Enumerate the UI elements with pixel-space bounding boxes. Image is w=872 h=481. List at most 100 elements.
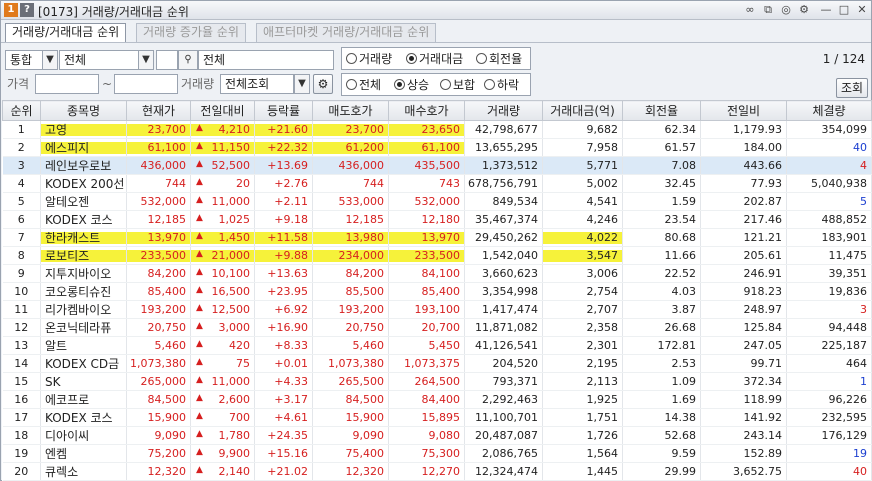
settings-icon[interactable]: ⚙ [797, 3, 811, 17]
table-row[interactable]: 14 KODEX CD금 1,073,380 ▲ 75 +0.01 1,073,380 1,0… [2, 354, 872, 373]
table-row[interactable]: 15 SK 265,000 ▲ 11,000 +4.33 265,500 264,500 793… [2, 372, 872, 391]
cell-value: 2,086,765 [482, 447, 538, 460]
table-row[interactable]: 13 알트 5,460 ▲ 420 +8.33 5,460 5,450 41,126,541 2,… [2, 336, 872, 355]
table-row[interactable]: 4 KODEX 200선 744 ▲ 20 +2.76 744 743 678,756,791 5… [2, 174, 872, 193]
column-header[interactable]: 거래대금(억) [542, 100, 623, 121]
copy-icon[interactable]: ⧉ [761, 3, 775, 17]
column-header[interactable]: 전일비 [700, 100, 787, 121]
chevron-down-icon[interactable]: ▼ [42, 50, 58, 70]
chevron-down-icon[interactable]: ▼ [138, 50, 154, 70]
radio-rise[interactable]: 상승 [394, 77, 429, 93]
market-select[interactable]: 통합 [5, 50, 43, 70]
cell-value: 1,780 [218, 429, 251, 442]
close-icon[interactable]: ✕ [855, 3, 869, 17]
column-header[interactable]: 순위 [2, 100, 41, 121]
radio-all[interactable]: 전체 [346, 77, 381, 93]
cell-value: 9 [17, 267, 25, 280]
cell-value: 4 [860, 159, 867, 172]
cell-bid: 5,450 [388, 336, 465, 355]
cell-value: 1,179.93 [733, 123, 782, 136]
tab-after-market-rank[interactable]: 애프터마켓 거래량/거래대금 순위 [256, 23, 437, 42]
settings-gear-button[interactable]: ⚙ [313, 74, 333, 94]
cell-value: 84,200 [147, 267, 187, 280]
cell-value: 20,750 [345, 321, 385, 334]
stock-name-field[interactable]: 전체 [198, 50, 334, 70]
table-row[interactable]: 20 큐렉소 12,320 ▲ 2,140 +21.02 12,320 12,270 12,32… [2, 462, 872, 481]
radio-volume[interactable]: 거래량 [346, 51, 392, 67]
table-row[interactable]: 1 고영 23,700 ▲ 4,210 +21.60 23,700 23,650 42,798,… [2, 120, 872, 139]
table-row[interactable]: 2 에스피지 61,100 ▲ 11,150 +22.32 61,200 61,100 13,6… [2, 138, 872, 157]
cell-change: ▲ 20 [190, 174, 255, 193]
column-header[interactable]: 종목명 [40, 100, 127, 121]
maximize-icon[interactable]: □ [837, 3, 851, 17]
cell-value: 118.99 [743, 393, 783, 406]
price-from-input[interactable] [35, 74, 99, 94]
table-row[interactable]: 12 온코닉테라퓨 20,750 ▲ 3,000 +16.90 20,750 20,700 11… [2, 318, 872, 337]
cell-value: 22.52 [664, 267, 697, 280]
price-label: 가격 [7, 77, 30, 91]
query-button[interactable]: 조회 [836, 78, 868, 98]
volume-select[interactable]: 전체조회 [220, 74, 294, 94]
up-arrow-icon: ▲ [196, 447, 203, 457]
cell-turnover: 7.08 [622, 156, 701, 175]
column-header[interactable]: 거래량 [464, 100, 543, 121]
link-icon[interactable]: ∞ [743, 3, 757, 17]
code-input[interactable] [156, 50, 178, 70]
help-icon[interactable]: ? [20, 3, 34, 17]
up-arrow-icon: ▲ [196, 465, 203, 475]
cell-turnover: 1.59 [622, 192, 701, 211]
cell-bid: 1,073,375 [388, 354, 465, 373]
search-icon[interactable]: ⚲ [178, 50, 198, 70]
cell-amount: 2,358 [542, 318, 623, 337]
chevron-down-icon[interactable]: ▼ [294, 74, 310, 94]
cell-value: 436,000 [338, 159, 385, 172]
cell-value: 75 [236, 357, 250, 370]
radio-fall[interactable]: 하락 [484, 77, 519, 93]
cell-amount: 9,682 [542, 120, 623, 139]
menu-icon[interactable]: 1 [4, 3, 18, 17]
cell-amount: 4,246 [542, 210, 623, 229]
column-header[interactable]: 체결량 [786, 100, 872, 121]
column-header[interactable]: 회전율 [622, 100, 701, 121]
column-header[interactable]: 현재가 [126, 100, 191, 121]
cell-value: 52.68 [664, 429, 697, 442]
column-header[interactable]: 전일대비 [190, 100, 255, 121]
table-row[interactable]: 3 레인보우로보 436,000 ▲ 52,500 +13.69 436,000 435,50… [2, 156, 872, 175]
cell-value: 7 [17, 231, 25, 244]
cell-value: 23.54 [664, 213, 697, 226]
radio-flat[interactable]: 보합 [440, 77, 475, 93]
column-header[interactable]: 매도호가 [312, 100, 389, 121]
table-row[interactable]: 8 로보티즈 233,500 ▲ 21,000 +9.88 234,000 233,500 1,… [2, 246, 872, 265]
radio-amount[interactable]: 거래대금 [406, 51, 463, 67]
table-row[interactable]: 16 에코프로 84,500 ▲ 2,600 +3.17 84,500 84,400 2,292… [2, 390, 872, 409]
table-row[interactable]: 9 지투지바이오 84,200 ▲ 10,100 +13.63 84,200 84,100 3,… [2, 264, 872, 283]
cell-value: 5,002 [586, 177, 619, 190]
table-row[interactable]: 6 KODEX 코스 12,185 ▲ 1,025 +9.18 12,185 12,180 35… [2, 210, 872, 229]
category-select[interactable]: 전체 [59, 50, 139, 70]
cell-name: 큐렉소 [40, 462, 127, 481]
table-row[interactable]: 17 KODEX 코스 15,900 ▲ 700 +4.61 15,900 15,895 11,… [2, 408, 872, 427]
cell-value: 12,324,474 [475, 465, 538, 478]
cell-volume: 29,450,262 [464, 228, 543, 247]
table-row[interactable]: 11 리가켐바이오 193,200 ▲ 12,500 +6.92 193,200 193,10… [2, 300, 872, 319]
cell-value: 12 [14, 321, 29, 334]
cell-price: 84,200 [126, 264, 191, 283]
cell-value: 14.38 [664, 411, 697, 424]
camera-icon[interactable]: ◎ [779, 3, 793, 17]
cell-value: +21.02 [267, 465, 308, 478]
tab-volume-increase-rank[interactable]: 거래량 증가율 순위 [136, 23, 246, 42]
table-row[interactable]: 19 엔켐 75,200 ▲ 9,900 +15.16 75,400 75,300 2,086,… [2, 444, 872, 463]
column-header[interactable]: 등락률 [254, 100, 313, 121]
radio-turnover[interactable]: 회전율 [476, 51, 522, 67]
column-header[interactable]: 매수호가 [388, 100, 465, 121]
cell-value: 20,487,087 [475, 429, 538, 442]
cell-rank: 11 [2, 300, 41, 319]
table-row[interactable]: 7 한라캐스트 13,970 ▲ 1,450 +11.58 13,980 13,970 29,4… [2, 228, 872, 247]
table-row[interactable]: 10 코오롱티슈진 85,400 ▲ 16,500 +23.95 85,500 85,400 3… [2, 282, 872, 301]
minimize-icon[interactable]: — [819, 3, 833, 17]
price-to-input[interactable] [114, 74, 178, 94]
cell-value: 9,682 [586, 123, 619, 136]
table-row[interactable]: 5 알테오젠 532,000 ▲ 11,000 +2.11 533,000 532,000 84… [2, 192, 872, 211]
table-row[interactable]: 18 디아이씨 9,090 ▲ 1,780 +24.35 9,090 9,080 20,487,… [2, 426, 872, 445]
tab-volume-amount-rank[interactable]: 거래량/거래대금 순위 [5, 23, 127, 42]
